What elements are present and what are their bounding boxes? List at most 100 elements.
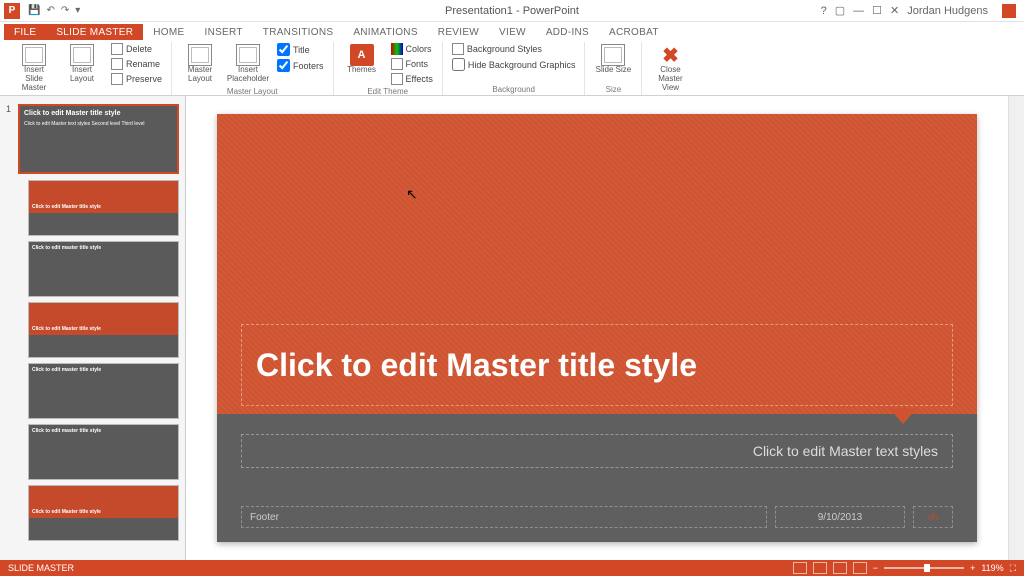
colors-button[interactable]: Colors (388, 42, 436, 56)
qat-dropdown-icon[interactable]: ▾ (75, 5, 80, 16)
layout-thumbnail[interactable]: Click to edit Master title style (28, 485, 179, 541)
effects-button[interactable]: Effects (388, 72, 436, 86)
slide-editor[interactable]: ↖ Click to edit Master title style Click… (186, 96, 1008, 560)
group-edit-master: Insert Slide Master Insert Layout Delete… (6, 42, 172, 95)
layout-thumbnail[interactable]: Click to edit master title style (28, 363, 179, 419)
title-check-icon[interactable] (277, 43, 290, 56)
window-title: Presentation1 - PowerPoint (445, 5, 579, 17)
hide-bg-checkbox[interactable]: Hide Background Graphics (449, 57, 579, 72)
bg-styles-icon (452, 43, 464, 55)
insert-layout-button[interactable]: Insert Layout (60, 42, 104, 86)
qat-undo-icon[interactable]: ↶ (46, 5, 54, 16)
window-controls: ? ▢ — ☐ ✕ Jordan Hudgens (821, 4, 1024, 18)
tab-addins[interactable]: ADD-INS (536, 24, 599, 40)
vertical-scrollbar[interactable] (1008, 96, 1024, 560)
slide-size-icon (601, 44, 625, 66)
status-mode: SLIDE MASTER (8, 563, 74, 573)
zoom-slider[interactable] (884, 567, 964, 569)
master-layout-button[interactable]: Master Layout (178, 42, 222, 86)
preserve-icon (111, 73, 123, 85)
maximize-icon[interactable]: ☐ (872, 4, 882, 17)
minimize-icon[interactable]: — (853, 5, 864, 17)
user-name[interactable]: Jordan Hudgens (907, 5, 988, 17)
tab-home[interactable]: HOME (143, 24, 194, 40)
master-thumb-body: Click to edit Master text styles Second … (24, 121, 173, 128)
title-checkbox[interactable]: Title (274, 42, 327, 57)
zoom-out-button[interactable]: − (873, 563, 878, 573)
tab-transitions[interactable]: TRANSITIONS (253, 24, 344, 40)
master-layout-label: Master Layout (180, 66, 220, 84)
rename-button[interactable]: Rename (108, 57, 165, 71)
layout-thumbnail[interactable]: Click to edit Master title style (28, 180, 179, 236)
fonts-button[interactable]: Fonts (388, 57, 436, 71)
slide-size-button[interactable]: Slide Size (591, 42, 635, 77)
title-placeholder-text: Click to edit Master title style (256, 347, 697, 384)
close-master-view-button[interactable]: ✖ Close Master View (648, 42, 692, 94)
tab-view[interactable]: VIEW (489, 24, 536, 40)
insert-layout-label: Insert Layout (62, 66, 102, 84)
text-placeholder[interactable]: Click to edit Master text styles (241, 434, 953, 468)
themes-button[interactable]: Themes (340, 42, 384, 77)
qat-save-icon[interactable]: 💾 (28, 5, 40, 16)
group-background: Background Styles Hide Background Graphi… (443, 42, 586, 95)
tab-review[interactable]: REVIEW (428, 24, 489, 40)
zoom-in-button[interactable]: + (970, 563, 975, 573)
reading-view-button[interactable] (833, 562, 847, 574)
title-bar: P 💾 ↶ ↷ ▾ Presentation1 - PowerPoint ? ▢… (0, 0, 1024, 22)
preserve-button[interactable]: Preserve (108, 72, 165, 86)
delete-button[interactable]: Delete (108, 42, 165, 56)
close-icon[interactable]: ✕ (890, 4, 899, 17)
sorter-view-button[interactable] (813, 562, 827, 574)
slide-number-text: ‹#› (927, 512, 939, 523)
footers-check-icon[interactable] (277, 59, 290, 72)
close-master-label: Close Master View (650, 66, 690, 92)
insert-placeholder-button[interactable]: Insert Placeholder (226, 42, 270, 86)
delete-icon (111, 43, 123, 55)
layout-thumbnail[interactable]: Click to edit Master title style (28, 302, 179, 358)
title-placeholder[interactable]: Click to edit Master title style (241, 324, 953, 406)
tab-slide-master[interactable]: SLIDE MASTER (46, 24, 143, 40)
footers-checkbox[interactable]: Footers (274, 58, 327, 73)
slide-number-placeholder[interactable]: ‹#› (913, 506, 953, 528)
tab-file[interactable]: FILE (4, 24, 46, 40)
help-icon[interactable]: ? (821, 5, 827, 17)
quick-access-toolbar: 💾 ↶ ↷ ▾ (24, 5, 84, 16)
preserve-label: Preserve (126, 74, 162, 84)
thumbnail-panel[interactable]: 1 Click to edit Master title style Click… (0, 96, 186, 560)
layout-thumbnail[interactable]: Click to edit master title style (28, 424, 179, 480)
layout-thumb-text: Click to edit Master title style (32, 204, 175, 210)
hide-bg-check-icon[interactable] (452, 58, 465, 71)
status-bar: SLIDE MASTER − + 119% ⛶ (0, 560, 1024, 576)
title-check-label: Title (293, 45, 310, 55)
layout-thumb-text: Click to edit master title style (32, 428, 175, 434)
footer-placeholders: Footer 9/10/2013 ‹#› (241, 506, 953, 528)
slide-canvas[interactable]: Click to edit Master title style Click t… (217, 114, 977, 542)
themes-label: Themes (347, 66, 376, 75)
slideshow-view-button[interactable] (853, 562, 867, 574)
layout-thumbnail[interactable]: Click to edit master title style (28, 241, 179, 297)
insert-slide-master-button[interactable]: Insert Slide Master (12, 42, 56, 94)
background-styles-button[interactable]: Background Styles (449, 42, 579, 56)
effects-icon (391, 73, 403, 85)
normal-view-button[interactable] (793, 562, 807, 574)
group-master-layout-label: Master Layout (227, 86, 278, 97)
zoom-level[interactable]: 119% (981, 563, 1003, 573)
layout-thumb-text: Click to edit master title style (32, 367, 175, 373)
user-avatar[interactable] (1002, 4, 1016, 18)
tab-insert[interactable]: INSERT (194, 24, 252, 40)
tab-acrobat[interactable]: ACROBAT (599, 24, 669, 40)
master-thumbnail[interactable]: 1 Click to edit Master title style Click… (6, 104, 179, 174)
footer-placeholder[interactable]: Footer (241, 506, 767, 528)
rename-icon (111, 58, 123, 70)
tab-animations[interactable]: ANIMATIONS (343, 24, 427, 40)
slide-notch-shape (889, 408, 917, 424)
ribbon-options-icon[interactable]: ▢ (835, 4, 845, 17)
fit-to-window-button[interactable]: ⛶ (1010, 563, 1016, 574)
text-placeholder-text: Click to edit Master text styles (753, 443, 938, 459)
date-placeholder[interactable]: 9/10/2013 (775, 506, 905, 528)
ribbon: Insert Slide Master Insert Layout Delete… (0, 40, 1024, 96)
themes-icon (350, 44, 374, 66)
qat-redo-icon[interactable]: ↷ (61, 5, 69, 16)
slide-master-icon (22, 44, 46, 66)
bg-styles-label: Background Styles (467, 44, 542, 54)
